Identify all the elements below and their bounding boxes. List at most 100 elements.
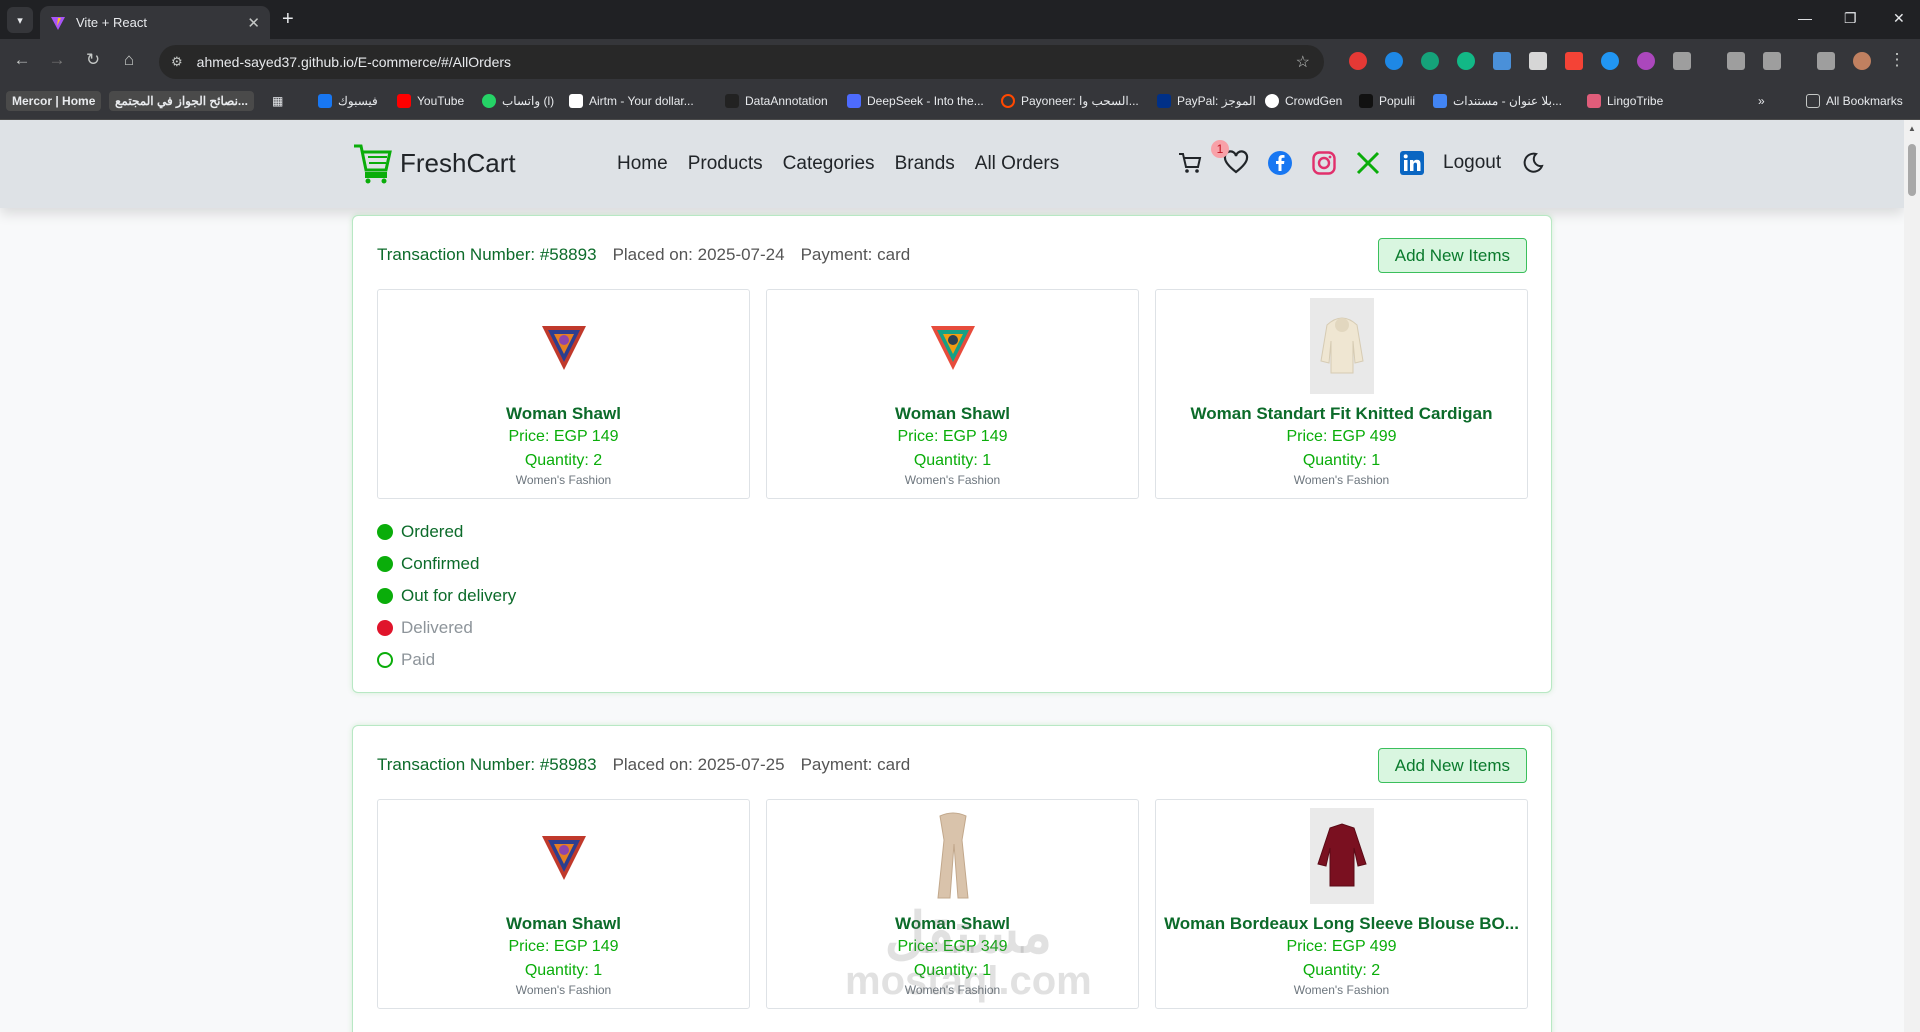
bookmark-item[interactable]: بلا عنوان - مستندات... [1433, 94, 1562, 108]
crowdgen-icon [1265, 94, 1279, 108]
product-quantity: Quantity: 1 [913, 452, 992, 469]
bookmark-item[interactable]: PayPal: الموجز [1157, 94, 1256, 108]
vite-favicon-icon [51, 16, 65, 30]
profile-avatar-icon[interactable] [1853, 52, 1871, 70]
placed-date: Placed on: 2025-07-24 [612, 245, 785, 264]
close-tab-icon[interactable]: ✕ [247, 14, 260, 32]
order-item-card[interactable]: Woman Shawl Price: EGP 149 Quantity: 2 W… [377, 289, 750, 499]
home-icon[interactable]: ⌂ [117, 50, 141, 70]
product-quantity: Quantity: 1 [1302, 452, 1381, 469]
bookmark-item[interactable]: Payoneer: السحب وا... [1001, 94, 1139, 108]
order-item-card[interactable]: Woman Shawl Price: EGP 149 Quantity: 1 W… [377, 799, 750, 1009]
forward-icon[interactable]: → [45, 50, 69, 70]
bookmark-star-icon[interactable]: ☆ [1296, 52, 1310, 72]
nav-link-products[interactable]: Products [688, 153, 763, 175]
bookmark-item[interactable]: نصائح الجواز في المجتمع... [109, 91, 254, 111]
nav-link-home[interactable]: Home [617, 153, 668, 175]
extension-icon[interactable] [1493, 52, 1511, 70]
facebook-icon[interactable] [1267, 150, 1293, 176]
browser-tab[interactable]: Vite + React ✕ [40, 6, 270, 39]
minimize-icon[interactable]: — [1798, 10, 1812, 26]
instagram-icon[interactable] [1311, 150, 1337, 176]
all-bookmarks-folder[interactable]: All Bookmarks [1806, 94, 1903, 108]
nav-link-categories[interactable]: Categories [783, 153, 875, 175]
bookmarks-overflow-icon[interactable]: » [1758, 94, 1765, 108]
extension-icon[interactable] [1385, 52, 1403, 70]
product-name: Woman Bordeaux Long Sleeve Blouse BO... [1164, 914, 1519, 933]
add-new-items-button[interactable]: Add New Items [1377, 748, 1527, 783]
bookmarks-icon[interactable] [1763, 52, 1781, 70]
facebook-icon [318, 94, 332, 108]
shawl-image [532, 808, 596, 904]
youtube-icon [397, 94, 411, 108]
order-header: Transaction Number: #58983 Placed on: 20… [377, 755, 910, 775]
order-item-card[interactable]: Woman Bordeaux Long Sleeve Blouse BO... … [1155, 799, 1528, 1009]
watermark: مستقل mostaql.com [845, 905, 1092, 1003]
bookmark-item[interactable]: CrowdGen [1265, 94, 1342, 108]
browser-toolbar: ← → ↻ ⌂ ⚙ ahmed-sayed37.github.io/E-comm… [0, 39, 1920, 85]
bookmarks-bar: Mercor | Home نصائح الجواز في المجتمع...… [0, 85, 1920, 120]
linkedin-icon[interactable] [1399, 150, 1425, 176]
product-category: Women's Fashion [515, 473, 612, 487]
cart-count-badge: 1 [1211, 140, 1229, 158]
page-scrollbar[interactable]: ▲ [1904, 120, 1920, 1032]
dark-mode-moon-icon[interactable] [1521, 151, 1545, 175]
bookmark-item[interactable]: Populii [1359, 94, 1415, 108]
order-item-card[interactable]: Woman Standart Fit Knitted Cardigan Pric… [1155, 289, 1528, 499]
reload-icon[interactable]: ↻ [81, 50, 105, 70]
new-tab-button[interactable]: + [282, 9, 294, 29]
back-icon[interactable]: ← [10, 50, 34, 70]
extension-icon[interactable] [1637, 52, 1655, 70]
watermark-latin: mostaql.com [845, 959, 1092, 1003]
extension-icon[interactable] [1565, 52, 1583, 70]
bookmark-item[interactable]: Airtm - Your dollar... [569, 94, 694, 108]
media-icon[interactable] [1817, 52, 1835, 70]
bookmark-item[interactable]: DataAnnotation [725, 94, 828, 108]
tab-title: Vite + React [76, 15, 147, 30]
status-pending-dot-icon [377, 652, 393, 668]
product-quantity: Quantity: 2 [1302, 962, 1381, 979]
tab-search-button[interactable]: ▾ [7, 7, 33, 33]
restore-icon[interactable]: ❐ [1844, 10, 1857, 27]
extension-icon[interactable] [1601, 52, 1619, 70]
extension-icon[interactable] [1349, 52, 1367, 70]
scarf-image [921, 808, 985, 904]
bookmark-item[interactable]: فيسبوك [318, 94, 378, 108]
cart-button[interactable]: 1 [1177, 140, 1229, 176]
product-category: Women's Fashion [1293, 473, 1390, 487]
order-card: Transaction Number: #58893 Placed on: 20… [352, 215, 1552, 693]
close-window-icon[interactable]: ✕ [1893, 10, 1905, 27]
address-bar[interactable]: ⚙ ahmed-sayed37.github.io/E-commerce/#/A… [159, 45, 1324, 79]
extension-icon[interactable] [1457, 52, 1475, 70]
bookmark-item[interactable]: واتساب (l) [482, 94, 554, 108]
menu-dots-icon[interactable]: ⋮ [1885, 50, 1909, 70]
product-price: Price: EGP 149 [508, 938, 619, 955]
nav-link-brands[interactable]: Brands [895, 153, 955, 175]
status-delivered: Delivered [377, 612, 516, 644]
scrollbar-thumb[interactable] [1908, 144, 1916, 196]
bookmark-item[interactable]: LingoTribe [1587, 94, 1663, 108]
side-panel-icon[interactable] [1727, 52, 1745, 70]
url-text: ahmed-sayed37.github.io/E-commerce/#/All… [196, 54, 512, 70]
bookmark-item[interactable]: Mercor | Home [6, 91, 102, 111]
pen-icon[interactable] [1529, 52, 1547, 70]
product-price: Price: EGP 149 [897, 428, 1008, 445]
bookmark-item[interactable]: DeepSeek - Into the... [847, 94, 984, 108]
whatsapp-icon [482, 94, 496, 108]
logout-link[interactable]: Logout [1443, 152, 1501, 174]
bookmark-item[interactable]: YouTube [397, 94, 464, 108]
grammarly-icon[interactable] [1421, 52, 1439, 70]
apps-icon[interactable]: ▦ [272, 94, 283, 108]
x-twitter-icon[interactable] [1355, 150, 1381, 176]
brand-logo[interactable]: FreshCart [352, 142, 516, 184]
product-name: Woman Standart Fit Knitted Cardigan [1190, 404, 1493, 423]
scroll-up-arrow-icon[interactable]: ▲ [1908, 124, 1916, 133]
site-info-icon[interactable]: ⚙ [171, 54, 183, 70]
order-item-card[interactable]: Woman Shawl Price: EGP 149 Quantity: 1 W… [766, 289, 1139, 499]
main-nav: Home Products Categories Brands All Orde… [617, 153, 1059, 175]
product-category: Women's Fashion [1293, 983, 1390, 997]
add-new-items-button[interactable]: Add New Items [1377, 238, 1527, 273]
extensions-puzzle-icon[interactable] [1673, 52, 1691, 70]
nav-link-all-orders[interactable]: All Orders [975, 153, 1059, 175]
product-name: Woman Shawl [895, 404, 1010, 423]
